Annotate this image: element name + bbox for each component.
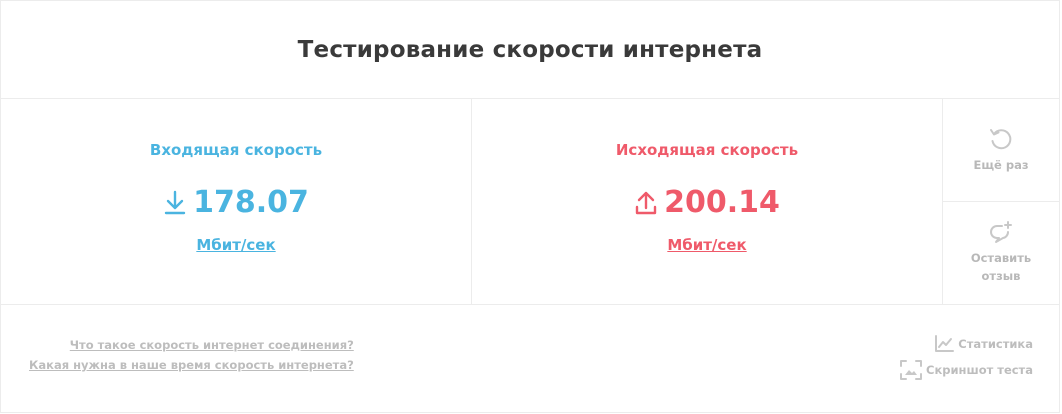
upload-unit-link[interactable]: Мбит/сек — [667, 236, 746, 254]
statistics-button[interactable]: Статистика — [934, 333, 1033, 355]
statistics-label: Статистика — [958, 337, 1033, 351]
screenshot-label: Скриншот теста — [926, 363, 1033, 377]
feedback-label-line1: Оставить — [970, 251, 1032, 265]
page-title: Тестирование скорости интернета — [297, 36, 763, 63]
download-arrow-icon — [163, 188, 187, 218]
header: Тестирование скорости интернета — [1, 1, 1059, 99]
upload-arrow-icon — [634, 188, 658, 218]
upload-value-row: 200.14 — [634, 185, 780, 220]
results-row: Входящая скорость 178.07 Мбит/сек Исходя… — [1, 99, 1059, 305]
download-unit-link[interactable]: Мбит/сек — [196, 236, 275, 254]
upload-label: Исходящая скорость — [615, 141, 799, 159]
download-label: Входящая скорость — [149, 141, 323, 159]
upload-speed-value: 200.14 — [664, 185, 780, 220]
feedback-label-line2: отзыв — [981, 269, 1021, 283]
retry-button[interactable]: Ещё раз — [943, 99, 1059, 202]
feedback-button[interactable]: Оставить отзыв — [943, 202, 1059, 304]
upload-panel: Исходящая скорость 200.14 Мбит/сек — [472, 99, 943, 304]
download-value-row: 178.07 — [163, 185, 309, 220]
footer-actions: Статистика Скриншот теста — [900, 333, 1033, 385]
refresh-icon — [990, 129, 1012, 150]
line-chart-icon — [935, 335, 955, 352]
download-speed-value: 178.07 — [193, 185, 309, 220]
speedtest-widget: Тестирование скорости интернета Входящая… — [0, 0, 1060, 413]
footer-links: Что такое скорость интернет соединения? … — [29, 335, 354, 375]
link-required-speed[interactable]: Какая нужна в наше время скорость интерн… — [29, 355, 354, 375]
link-what-is-speed[interactable]: Что такое скорость интернет соединения? — [70, 335, 354, 355]
screenshot-icon — [900, 360, 923, 380]
retry-label: Ещё раз — [973, 158, 1029, 172]
comment-add-icon — [990, 221, 1012, 243]
screenshot-button[interactable]: Скриншот теста — [900, 359, 1033, 381]
footer: Что такое скорость интернет соединения? … — [1, 305, 1059, 412]
download-panel: Входящая скорость 178.07 Мбит/сек — [1, 99, 472, 304]
side-actions: Ещё раз Оставить отзыв — [943, 99, 1059, 304]
